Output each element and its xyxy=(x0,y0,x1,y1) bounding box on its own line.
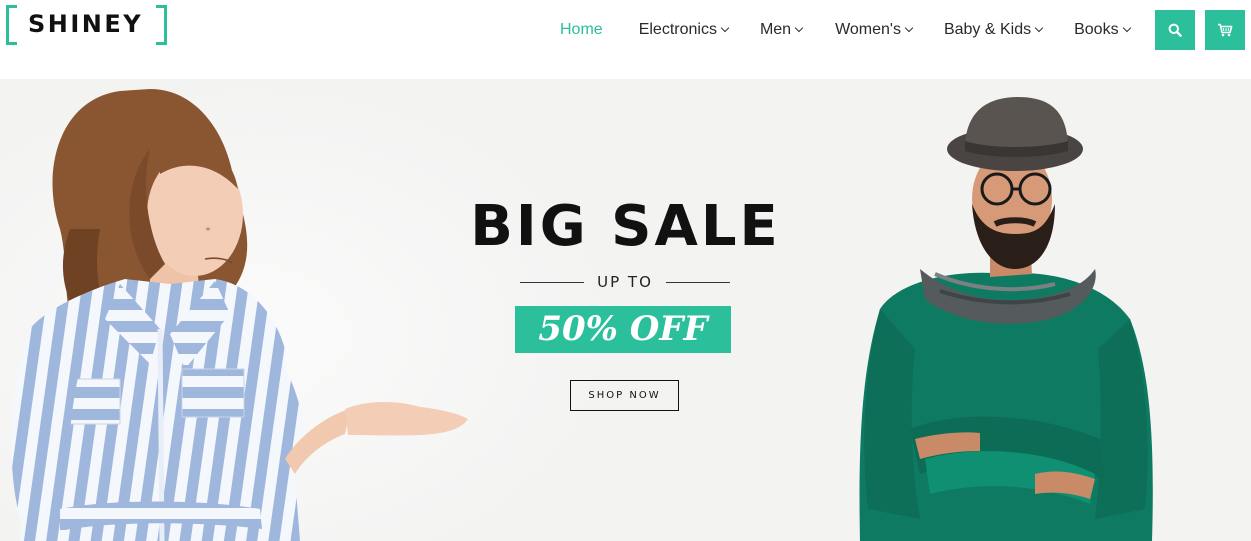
search-button[interactable] xyxy=(1155,10,1195,50)
hero-banner: BIG SALE UP TO 50% OFF SHOP NOW xyxy=(0,79,1251,541)
nav-item-label: Men xyxy=(759,21,792,38)
site-header: SHINEY Home Electronics Men Women's Baby… xyxy=(0,0,1251,79)
cart-button[interactable] xyxy=(1205,10,1245,50)
nav-item-label: Electronics xyxy=(638,21,717,38)
nav-item-men[interactable]: Men xyxy=(759,21,804,39)
nav-item-womens[interactable]: Women's xyxy=(835,21,914,39)
nav-item-home[interactable]: Home xyxy=(560,21,603,39)
nav-item-baby-kids[interactable]: Baby & Kids xyxy=(943,21,1044,39)
nav-item-label: Women's xyxy=(835,21,901,38)
chevron-down-icon xyxy=(720,23,730,33)
main-nav: Home Electronics Men Women's Baby & Kids… xyxy=(560,18,1131,42)
cart-icon xyxy=(1218,23,1233,37)
logo-text: SHINEY xyxy=(28,10,144,38)
chevron-down-icon xyxy=(904,23,914,33)
hero-photo-woman xyxy=(11,89,468,541)
discount-badge: 50% OFF xyxy=(515,306,731,353)
nav-item-label: Home xyxy=(560,21,603,38)
chevron-down-icon xyxy=(794,23,804,33)
shop-now-button[interactable]: SHOP NOW xyxy=(570,380,679,411)
logo-bracket-left xyxy=(6,5,17,45)
brand-logo[interactable]: SHINEY xyxy=(6,5,167,45)
nav-item-label: Books xyxy=(1074,21,1119,38)
nav-item-electronics[interactable]: Electronics xyxy=(638,21,730,39)
hero-subline: UP TO xyxy=(597,273,653,291)
search-icon xyxy=(1168,23,1182,37)
chevron-down-icon xyxy=(1034,23,1044,33)
nav-item-books[interactable]: Books xyxy=(1074,21,1131,39)
logo-bracket-right xyxy=(156,5,167,45)
hero-photo-man xyxy=(859,97,1153,541)
divider-line-left xyxy=(520,281,584,283)
hero-headline: BIG SALE xyxy=(470,194,781,259)
divider-line-right xyxy=(665,281,730,283)
nav-item-label: Baby & Kids xyxy=(943,21,1032,38)
chevron-down-icon xyxy=(1122,23,1131,33)
hero-subline-row: UP TO xyxy=(520,272,730,292)
